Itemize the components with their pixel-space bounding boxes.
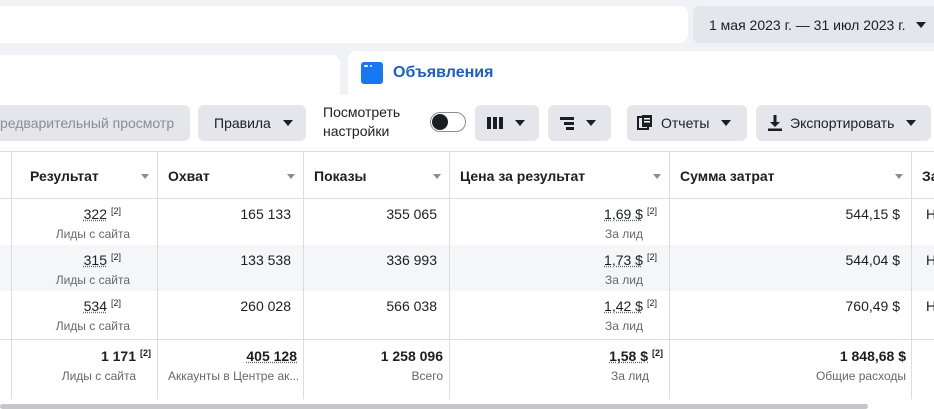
column-divider <box>11 199 12 399</box>
rules-button-label: Правила <box>214 115 271 131</box>
tab-ads[interactable]: Объявления <box>348 51 934 101</box>
totals-row: 1 171 [2] Лиды с сайта 405 128 Аккаунты в… <box>0 339 934 399</box>
ads-table: Результат Охват Показы Цена за результат… <box>0 151 934 409</box>
sort-icon[interactable] <box>141 174 149 179</box>
column-divider <box>157 199 158 399</box>
header-reach[interactable]: Охват <box>158 152 304 200</box>
tab-ads-label: Объявления <box>393 64 493 82</box>
header-result[interactable]: Результат <box>12 152 158 200</box>
toolbar: редварительный просмотр Правила Посмотре… <box>0 95 934 151</box>
ads-icon <box>361 62 383 84</box>
columns-icon <box>487 116 503 130</box>
table-header: Результат Охват Показы Цена за результат… <box>0 151 934 199</box>
chevron-down-icon <box>586 120 596 126</box>
tab-adsets[interactable] <box>0 55 340 95</box>
sort-icon[interactable] <box>895 174 903 179</box>
chevron-down-icon <box>721 120 731 126</box>
sort-icon[interactable] <box>433 174 441 179</box>
table-row[interactable]: 534 [2] Лиды с сайта 260 028 566 038 1,42… <box>0 291 934 337</box>
reports-button[interactable]: Отчеты <box>627 105 747 141</box>
chevron-down-icon <box>916 22 926 28</box>
view-settings-label: Посмотреть настройки <box>323 103 400 141</box>
header-impressions[interactable]: Показы <box>304 152 450 200</box>
chevron-down-icon <box>283 120 293 126</box>
column-divider <box>303 199 304 399</box>
horizontal-scrollbar[interactable] <box>0 404 868 409</box>
header-checkbox-col <box>0 152 12 200</box>
table-row[interactable]: 322 [2] Лиды с сайта 165 133 355 065 1,69… <box>0 199 934 245</box>
export-button-label: Экспортировать <box>790 115 894 131</box>
breakdown-icon <box>560 116 574 130</box>
sort-icon[interactable] <box>287 174 295 179</box>
download-icon <box>768 115 782 131</box>
preview-button-label: редварительный просмотр <box>0 115 174 131</box>
column-divider <box>669 199 670 399</box>
breakdown-button[interactable] <box>548 105 611 141</box>
reports-icon <box>637 115 653 131</box>
sort-icon[interactable] <box>653 174 661 179</box>
date-range-picker[interactable]: 1 мая 2023 г. — 31 июл 2023 г. <box>693 6 934 43</box>
toggle-knob <box>432 114 448 130</box>
reports-button-label: Отчеты <box>661 115 709 131</box>
chevron-down-icon <box>515 120 525 126</box>
columns-button[interactable] <box>475 105 539 141</box>
header-amount-spent[interactable]: Сумма затрат <box>670 152 912 200</box>
export-button[interactable]: Экспортировать <box>756 105 931 141</box>
preview-button[interactable]: редварительный просмотр <box>0 105 190 141</box>
header-cost-per-result[interactable]: Цена за результат <box>450 152 670 200</box>
date-range-label: 1 мая 2023 г. — 31 июл 2023 г. <box>709 17 906 33</box>
column-divider <box>449 199 450 399</box>
search-bar[interactable] <box>0 6 688 43</box>
view-settings-toggle[interactable] <box>430 112 466 132</box>
table-row[interactable]: 315 [2] Лиды с сайта 133 538 336 993 1,73… <box>0 245 934 291</box>
header-extra[interactable]: За <box>912 152 934 200</box>
rules-button[interactable]: Правила <box>198 105 306 141</box>
column-divider <box>911 199 912 399</box>
chevron-down-icon <box>906 120 916 126</box>
